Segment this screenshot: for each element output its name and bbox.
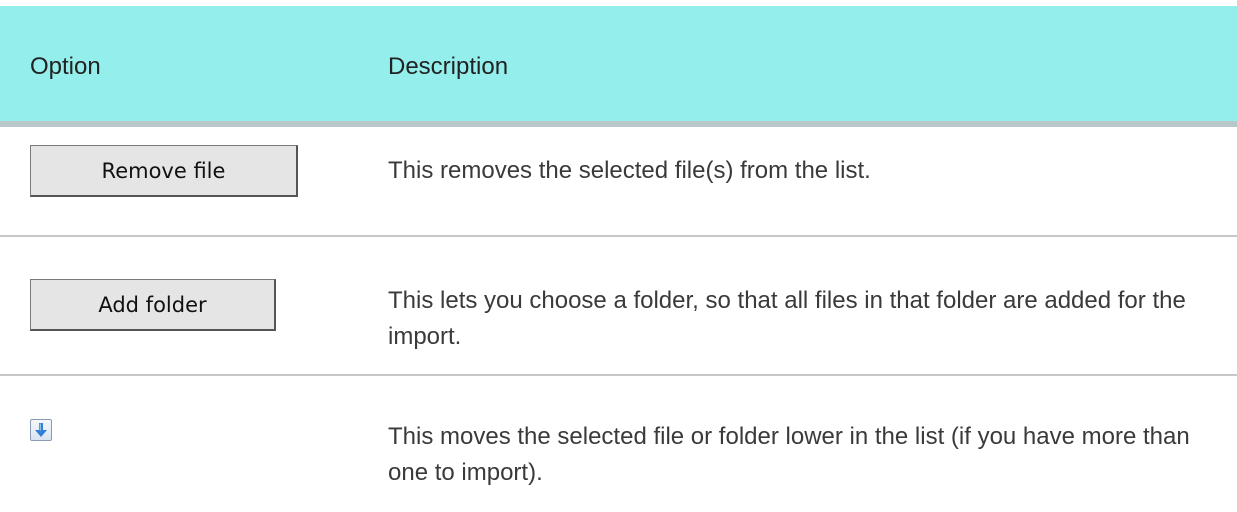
table-header: Option Description	[0, 6, 1237, 127]
move-down-description: This moves the selected file or folder l…	[388, 423, 1190, 486]
row-divider	[0, 235, 1237, 237]
remove-file-description: This removes the selected file(s) from t…	[388, 157, 871, 184]
add-folder-description: This lets you choose a folder, so that a…	[388, 287, 1186, 350]
arrow-down-icon[interactable]	[30, 419, 52, 441]
header-option: Option	[30, 53, 101, 80]
add-folder-button[interactable]: Add folder	[30, 279, 276, 331]
header-description: Description	[388, 53, 509, 80]
remove-file-button[interactable]: Remove file	[30, 145, 298, 197]
row-divider	[0, 374, 1237, 376]
